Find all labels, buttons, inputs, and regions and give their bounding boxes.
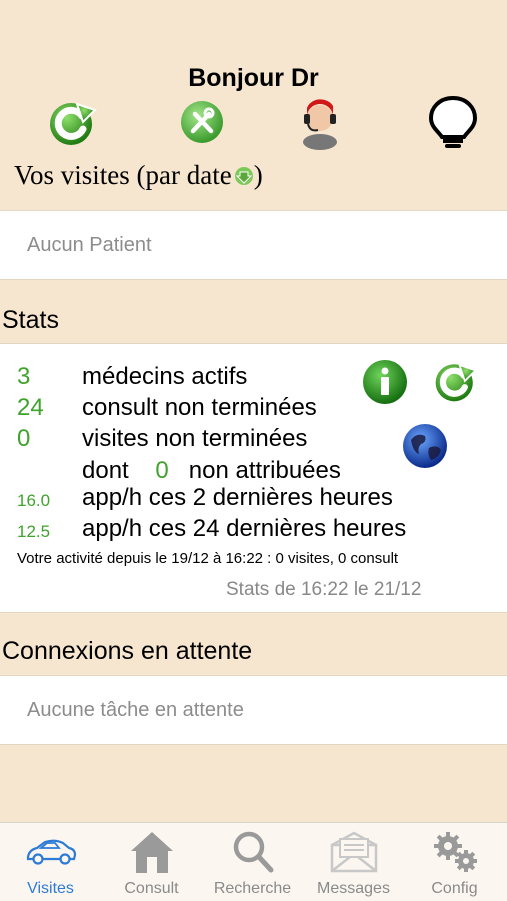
tab-visites-label: Visites bbox=[27, 880, 74, 897]
active-doctors-label: médecins actifs bbox=[82, 363, 248, 390]
rate-24h-value: 12.5 bbox=[17, 522, 51, 541]
tab-messages[interactable]: Messages bbox=[303, 823, 404, 901]
visits-section-title: Vos visites (par date) bbox=[14, 160, 263, 193]
tab-visites[interactable]: Visites bbox=[0, 823, 101, 901]
tools-icon[interactable] bbox=[178, 98, 230, 150]
tab-recherche-label: Recherche bbox=[213, 880, 292, 897]
envelope-icon bbox=[328, 829, 380, 880]
sort-down-arrow-icon[interactable] bbox=[234, 162, 254, 193]
tab-consult[interactable]: Consult bbox=[101, 823, 202, 901]
house-icon bbox=[128, 829, 176, 880]
rate-24h-label: app/h ces 24 dernières heures bbox=[82, 515, 407, 542]
connexions-title: Connexions en attente bbox=[2, 637, 253, 665]
open-visits-label: visites non terminées bbox=[82, 425, 308, 452]
refresh-icon[interactable] bbox=[47, 96, 99, 148]
greeting-title: Bonjour Dr bbox=[188, 64, 319, 92]
magnifier-icon bbox=[231, 829, 275, 880]
stats-timestamp: Stats de 16:22 le 21/12 bbox=[226, 579, 422, 600]
operator-icon[interactable] bbox=[296, 94, 348, 150]
tab-config-label: Config bbox=[431, 880, 478, 897]
stats-title: Stats bbox=[2, 306, 59, 334]
tab-consult-label: Consult bbox=[124, 880, 179, 897]
no-patient-text: Aucun Patient bbox=[27, 234, 152, 256]
info-icon[interactable] bbox=[361, 358, 409, 411]
stats-refresh-icon[interactable] bbox=[433, 358, 479, 409]
rate-2h-value: 16.0 bbox=[17, 491, 51, 510]
activity-summary: Votre activité depuis le 19/12 à 16:22 :… bbox=[17, 550, 399, 567]
unassigned-count: 0 bbox=[155, 457, 169, 484]
tab-recherche[interactable]: Recherche bbox=[202, 823, 303, 901]
unassigned-prefix: dont bbox=[82, 457, 129, 484]
globe-icon[interactable] bbox=[401, 422, 449, 475]
tab-bar: Visites Consult Recherche Messages Confi… bbox=[0, 822, 507, 901]
gears-icon bbox=[430, 829, 480, 880]
tab-messages-label: Messages bbox=[317, 880, 390, 897]
connexions-list: Aucune tâche en attente bbox=[0, 675, 507, 745]
rate-2h-label: app/h ces 2 dernières heures bbox=[82, 484, 393, 511]
open-consult-label: consult non terminées bbox=[82, 394, 317, 421]
visits-list: Aucun Patient bbox=[0, 210, 507, 280]
visits-title-close: ) bbox=[253, 160, 263, 190]
unassigned-suffix: non attribuées bbox=[188, 457, 341, 484]
car-icon bbox=[25, 837, 77, 872]
header: Bonjour Dr Vos visites (par date) bbox=[0, 0, 507, 210]
lightbulb-icon[interactable] bbox=[426, 94, 478, 148]
no-task-text: Aucune tâche en attente bbox=[27, 699, 244, 721]
open-consult-count: 24 bbox=[17, 394, 44, 421]
unassigned-line: dont 0 non attribuées bbox=[82, 457, 341, 485]
open-visits-count: 0 bbox=[17, 425, 31, 452]
visits-title-text: Vos visites (par date bbox=[14, 160, 232, 190]
tab-config[interactable]: Config bbox=[404, 823, 505, 901]
active-doctors-count: 3 bbox=[17, 363, 31, 390]
